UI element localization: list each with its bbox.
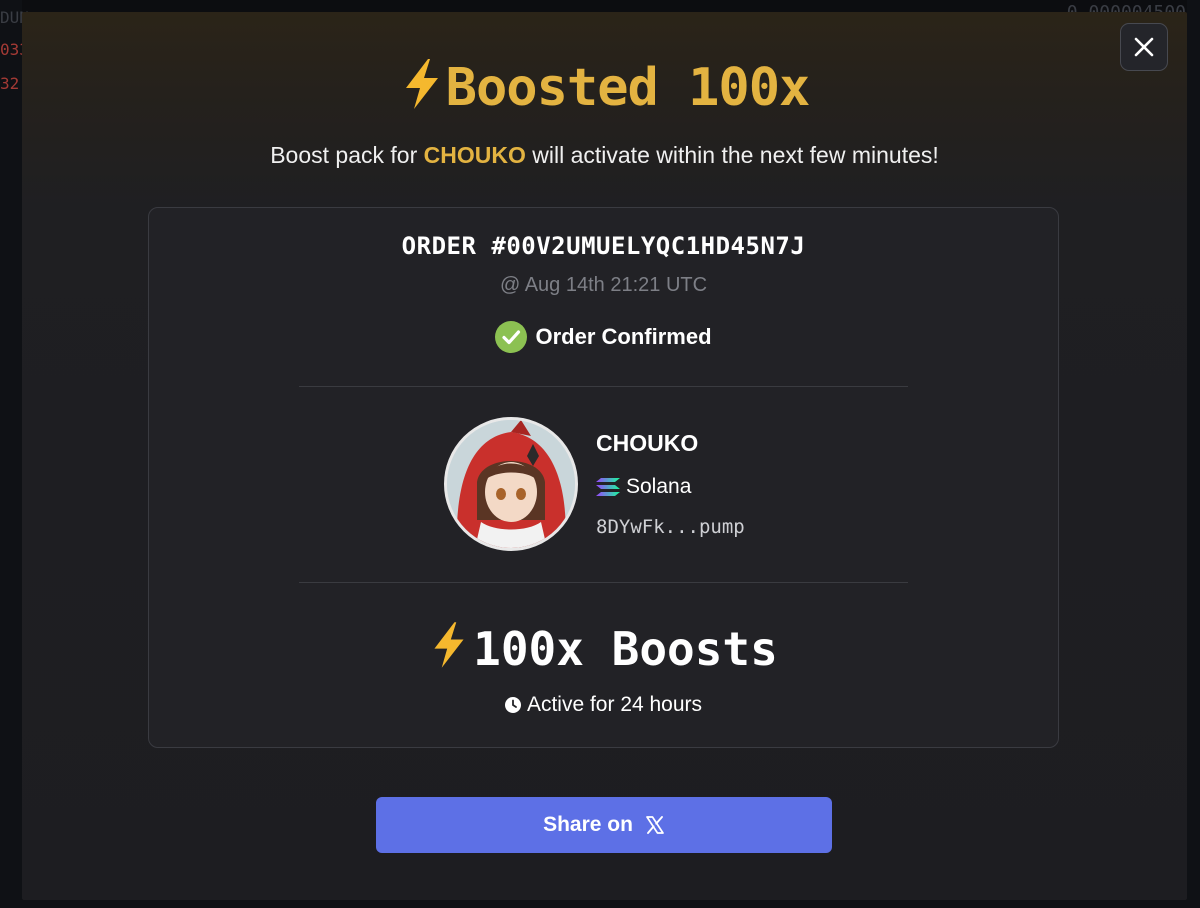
- order-status: Order Confirmed: [149, 321, 1058, 353]
- divider: [299, 582, 908, 583]
- close-icon: [1134, 37, 1154, 57]
- clock-icon: [504, 697, 521, 713]
- order-id: ORDER #00V2UMUELYQC1HD45N7J: [401, 232, 806, 260]
- chain-label: Solana: [626, 475, 692, 498]
- modal-title: Boosted 100x: [22, 56, 1187, 120]
- subtitle-token: CHOUKO: [423, 142, 526, 168]
- token-avatar-image: [447, 420, 575, 548]
- lightning-bolt-icon: [405, 59, 438, 109]
- boost-confirmation-modal: Boosted 100x Boost pack for CHOUKO will …: [22, 12, 1187, 900]
- background-text: 32: [0, 74, 20, 93]
- share-on-x-button[interactable]: Share on: [376, 797, 832, 853]
- lightning-bolt-icon: [434, 622, 464, 668]
- title-text: Boosted 100x: [445, 58, 811, 118]
- background-right-panel: [1187, 0, 1200, 908]
- subtitle-suffix: will activate within the next few minute…: [525, 142, 939, 168]
- check-circle-icon: [495, 321, 528, 353]
- solana-icon: [596, 478, 620, 496]
- boost-duration: Active for 24 hours: [149, 693, 1058, 717]
- token-address: 8DYwFk...pump: [596, 516, 745, 538]
- duration-label: Active for 24 hours: [526, 693, 703, 716]
- order-status-label: Order Confirmed: [535, 324, 712, 349]
- subtitle-prefix: Boost pack for: [270, 142, 424, 168]
- background-left-panel: DUN 033 32: [0, 0, 29, 908]
- boost-amount: 100x Boosts: [149, 620, 1058, 678]
- token-avatar: [444, 417, 578, 551]
- share-label: Share on: [543, 813, 633, 836]
- divider: [299, 386, 908, 387]
- x-logo-icon: [646, 816, 664, 834]
- token-chain: Solana: [596, 475, 691, 499]
- order-card: ORDER #00V2UMUELYQC1HD45N7J @ Aug 14th 2…: [148, 207, 1059, 748]
- background-bottom: [0, 900, 1200, 908]
- order-time: @ Aug 14th 21:21 UTC: [499, 274, 708, 296]
- token-name: CHOUKO: [596, 430, 699, 456]
- modal-subtitle: Boost pack for CHOUKO will activate with…: [22, 140, 1187, 170]
- boost-label: 100x Boosts: [473, 622, 778, 676]
